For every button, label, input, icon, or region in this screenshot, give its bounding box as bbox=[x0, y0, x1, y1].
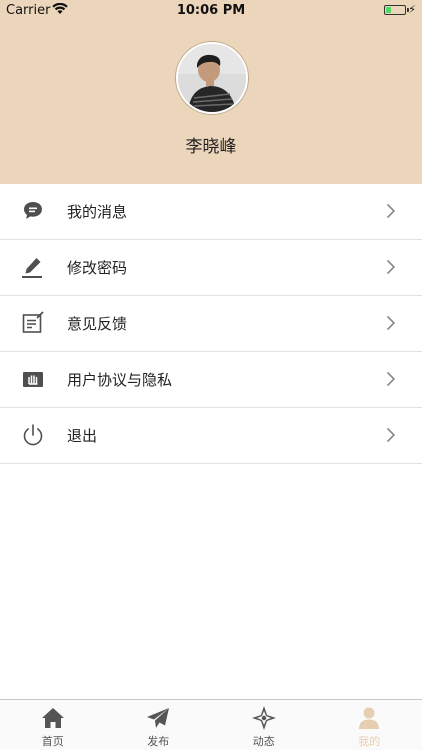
menu-item-logout[interactable]: 退出 bbox=[0, 408, 422, 464]
chevron-right-icon bbox=[386, 259, 396, 275]
profile-icon bbox=[357, 706, 381, 730]
chevron-right-icon bbox=[386, 315, 396, 331]
menu-item-user-agreement[interactable]: 用户协议与隐私 bbox=[0, 352, 422, 408]
status-bar: Carrier 10:06 PM ⚡ bbox=[0, 0, 422, 22]
menu-item-label: 我的消息 bbox=[67, 203, 128, 221]
message-icon bbox=[21, 199, 45, 223]
settings-menu: 我的消息 修改密码 意见反馈 用户协议与隐私 退出 bbox=[0, 184, 422, 464]
menu-item-label: 退出 bbox=[67, 427, 98, 445]
profile-header: 李晓峰 bbox=[0, 22, 422, 184]
agreement-icon bbox=[21, 367, 45, 391]
tab-label: 我的 bbox=[358, 735, 381, 748]
chevron-right-icon bbox=[386, 427, 396, 443]
menu-item-messages[interactable]: 我的消息 bbox=[0, 184, 422, 240]
tab-mine[interactable]: 我的 bbox=[317, 700, 422, 750]
send-icon bbox=[146, 706, 170, 730]
username: 李晓峰 bbox=[185, 137, 237, 157]
battery-icon bbox=[384, 5, 409, 15]
tab-activity[interactable]: 动态 bbox=[211, 700, 317, 750]
tab-publish[interactable]: 发布 bbox=[106, 700, 212, 750]
clock: 10:06 PM bbox=[176, 3, 246, 18]
power-icon bbox=[21, 423, 45, 447]
tab-label: 首页 bbox=[41, 735, 64, 748]
menu-item-feedback[interactable]: 意见反馈 bbox=[0, 296, 422, 352]
charging-bolt-icon: ⚡ bbox=[408, 3, 416, 16]
menu-item-label: 意见反馈 bbox=[67, 315, 128, 333]
chevron-right-icon bbox=[386, 371, 396, 387]
feedback-icon bbox=[21, 311, 45, 335]
menu-item-label: 修改密码 bbox=[67, 259, 128, 277]
menu-item-change-password[interactable]: 修改密码 bbox=[0, 240, 422, 296]
tab-home[interactable]: 首页 bbox=[0, 700, 106, 750]
home-icon bbox=[41, 706, 65, 730]
tab-label: 动态 bbox=[252, 735, 275, 748]
compass-icon bbox=[251, 706, 276, 730]
tab-label: 发布 bbox=[147, 735, 170, 748]
tab-bar: 首页 发布 动态 我的 bbox=[0, 699, 422, 750]
menu-item-label: 用户协议与隐私 bbox=[67, 371, 173, 389]
avatar[interactable] bbox=[176, 42, 248, 114]
edit-pen-icon bbox=[21, 255, 45, 279]
chevron-right-icon bbox=[386, 203, 396, 219]
